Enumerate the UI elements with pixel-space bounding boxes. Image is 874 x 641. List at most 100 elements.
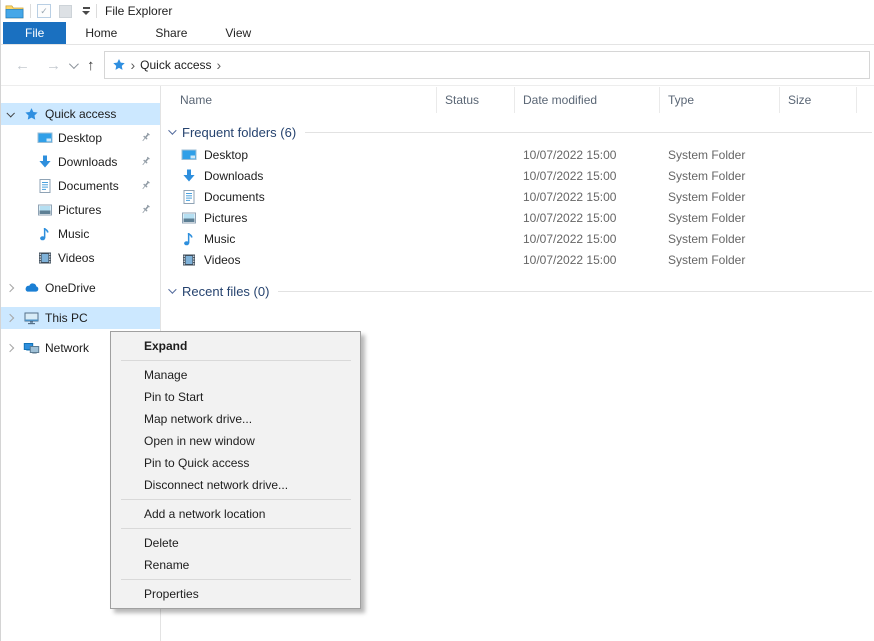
music-icon — [36, 226, 53, 242]
breadcrumb-chevron-icon[interactable]: › — [131, 58, 136, 72]
file-explorer-logo-icon — [5, 3, 24, 19]
file-name: Desktop — [204, 148, 248, 162]
chevron-down-icon[interactable] — [168, 126, 176, 134]
sidebar-item-label: This PC — [45, 311, 88, 325]
menu-item-manage[interactable]: Manage — [111, 364, 360, 386]
sidebar-item-label: Documents — [58, 179, 119, 193]
ribbon-tabstrip: File Home Share View — [1, 22, 874, 45]
menu-item-rename[interactable]: Rename — [111, 554, 360, 576]
qat-properties-icon[interactable]: ✓ — [37, 4, 51, 18]
menu-item-pin-to-quick-access[interactable]: Pin to Quick access — [111, 452, 360, 474]
sidebar-item-label: Desktop — [58, 131, 102, 145]
desktop-icon — [181, 147, 197, 163]
group-label[interactable]: Frequent folders (6) — [182, 125, 296, 140]
videos-icon — [181, 252, 197, 268]
forward-button-icon[interactable]: → — [38, 58, 69, 73]
menu-separator — [121, 528, 351, 529]
group-rule — [278, 291, 872, 292]
chevron-right-icon[interactable] — [6, 314, 14, 322]
column-header-name[interactable]: Name — [161, 87, 437, 113]
file-date-modified: 10/07/2022 15:00 — [515, 148, 660, 162]
column-header-filler — [857, 87, 874, 113]
file-type: System Folder — [660, 232, 780, 246]
menu-item-pin-to-start[interactable]: Pin to Start — [111, 386, 360, 408]
file-row-downloads[interactable]: Downloads 10/07/2022 15:00 System Folder — [161, 165, 874, 186]
group-rule — [305, 132, 872, 133]
recent-locations-chevron-icon[interactable] — [69, 59, 79, 69]
titlebar-separator — [30, 4, 31, 18]
sidebar-item-documents[interactable]: Documents — [1, 175, 160, 197]
pin-icon — [139, 131, 152, 144]
column-header-date-modified[interactable]: Date modified — [515, 87, 660, 113]
network-icon — [23, 340, 40, 356]
group-label[interactable]: Recent files (0) — [182, 284, 269, 299]
sidebar-item-this-pc[interactable]: This PC — [1, 307, 160, 329]
file-date-modified: 10/07/2022 15:00 — [515, 232, 660, 246]
sidebar-item-label: Videos — [58, 251, 94, 265]
qat-customize-dropdown-icon[interactable] — [82, 7, 90, 15]
column-header-status[interactable]: Status — [437, 87, 515, 113]
videos-icon — [36, 250, 53, 266]
menu-item-expand[interactable]: Expand — [111, 335, 360, 357]
downloads-icon — [181, 168, 197, 184]
file-row-desktop[interactable]: Desktop 10/07/2022 15:00 System Folder — [161, 144, 874, 165]
quick-access-star-icon — [23, 106, 40, 122]
sidebar-item-onedrive[interactable]: OneDrive — [1, 277, 160, 299]
tab-share[interactable]: Share — [136, 22, 206, 44]
file-name: Videos — [204, 253, 240, 267]
address-bar[interactable]: › Quick access › — [104, 51, 871, 79]
menu-separator — [121, 579, 351, 580]
sidebar-item-music[interactable]: Music — [1, 223, 160, 245]
menu-item-add-network-location[interactable]: Add a network location — [111, 503, 360, 525]
file-row-videos[interactable]: Videos 10/07/2022 15:00 System Folder — [161, 249, 874, 270]
menu-item-delete[interactable]: Delete — [111, 532, 360, 554]
chevron-down-icon[interactable] — [168, 285, 176, 293]
file-date-modified: 10/07/2022 15:00 — [515, 253, 660, 267]
file-date-modified: 10/07/2022 15:00 — [515, 169, 660, 183]
music-icon — [181, 231, 197, 247]
file-name: Downloads — [204, 169, 263, 183]
group-header-recent-files[interactable]: Recent files (0) — [161, 279, 874, 303]
up-button-icon[interactable]: ↑ — [82, 57, 104, 74]
file-row-documents[interactable]: Documents 10/07/2022 15:00 System Folder — [161, 186, 874, 207]
column-header-type[interactable]: Type — [660, 87, 780, 113]
sidebar-item-desktop[interactable]: Desktop — [1, 127, 160, 149]
file-row-music[interactable]: Music 10/07/2022 15:00 System Folder — [161, 228, 874, 249]
file-name: Pictures — [204, 211, 247, 225]
group-header-frequent-folders[interactable]: Frequent folders (6) — [161, 120, 874, 144]
column-header-size[interactable]: Size — [780, 87, 857, 113]
menu-item-properties[interactable]: Properties — [111, 583, 360, 605]
menu-item-map-network-drive[interactable]: Map network drive... — [111, 408, 360, 430]
file-row-pictures[interactable]: Pictures 10/07/2022 15:00 System Folder — [161, 207, 874, 228]
tab-view[interactable]: View — [206, 22, 270, 44]
chevron-down-icon[interactable] — [6, 109, 14, 117]
file-type: System Folder — [660, 190, 780, 204]
file-type: System Folder — [660, 169, 780, 183]
pictures-icon — [36, 202, 53, 218]
breadcrumb[interactable]: Quick access — [140, 58, 211, 72]
chevron-right-icon[interactable] — [6, 284, 14, 292]
sidebar-item-quick-access[interactable]: Quick access — [1, 103, 160, 125]
tab-home[interactable]: Home — [66, 22, 136, 44]
sidebar-item-videos[interactable]: Videos — [1, 247, 160, 269]
back-button-icon[interactable]: ← — [7, 58, 38, 73]
this-pc-icon — [23, 310, 40, 326]
tab-file[interactable]: File — [3, 22, 66, 44]
pin-icon — [139, 179, 152, 192]
menu-separator — [121, 360, 351, 361]
pictures-icon — [181, 210, 197, 226]
sidebar-item-downloads[interactable]: Downloads — [1, 151, 160, 173]
sidebar-item-pictures[interactable]: Pictures — [1, 199, 160, 221]
sidebar-item-label: Music — [58, 227, 89, 241]
pin-icon — [139, 203, 152, 216]
downloads-icon — [36, 154, 53, 170]
chevron-right-icon[interactable] — [6, 344, 14, 352]
qat-new-folder-icon[interactable] — [59, 5, 72, 18]
sidebar-item-label: Quick access — [45, 107, 116, 121]
documents-icon — [181, 189, 197, 205]
sidebar-item-label: OneDrive — [45, 281, 96, 295]
menu-item-disconnect-network-drive[interactable]: Disconnect network drive... — [111, 474, 360, 496]
breadcrumb-chevron-icon[interactable]: › — [217, 58, 222, 72]
menu-item-open-in-new-window[interactable]: Open in new window — [111, 430, 360, 452]
documents-icon — [36, 178, 53, 194]
